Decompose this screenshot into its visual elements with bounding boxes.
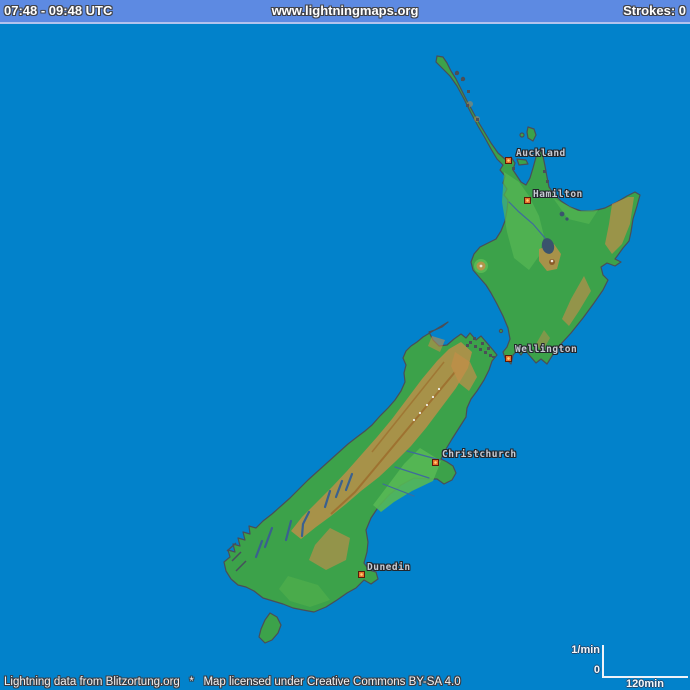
lightningmaps-screen: 07:48 - 09:48 UTC www.lightningmaps.org … <box>0 0 690 690</box>
strokes-counter: Strokes: 0 <box>623 3 686 18</box>
legend-zero-label: 0 <box>512 664 600 676</box>
site-title[interactable]: www.lightningmaps.org <box>0 3 690 18</box>
top-bar: 07:48 - 09:48 UTC www.lightningmaps.org … <box>0 0 690 24</box>
footer-credit: Lightning data from Blitzortung.org * Ma… <box>4 676 461 688</box>
great-barrier-island <box>527 127 536 141</box>
kapiti-island <box>499 329 502 332</box>
city-label-christchurch: Christchurch <box>442 449 517 460</box>
legend-unit-label: 1/min <box>512 644 600 656</box>
city-label-dunedin: Dunedin <box>367 562 411 573</box>
city-marker-dunedin[interactable] <box>358 571 365 578</box>
city-marker-hamilton[interactable] <box>524 197 531 204</box>
city-marker-auckland[interactable] <box>505 157 512 164</box>
waiheke-island <box>517 159 528 165</box>
city-label-wellington: Wellington <box>515 344 577 355</box>
little-barrier-island <box>520 133 524 137</box>
city-marker-wellington[interactable] <box>505 355 512 362</box>
new-zealand-map[interactable] <box>0 0 690 690</box>
legend-axis-vertical <box>602 645 604 678</box>
legend-duration-label: 120min <box>610 678 680 690</box>
city-label-hamilton: Hamilton <box>533 189 583 200</box>
city-marker-christchurch[interactable] <box>432 459 439 466</box>
city-label-auckland: Auckland <box>516 148 566 159</box>
